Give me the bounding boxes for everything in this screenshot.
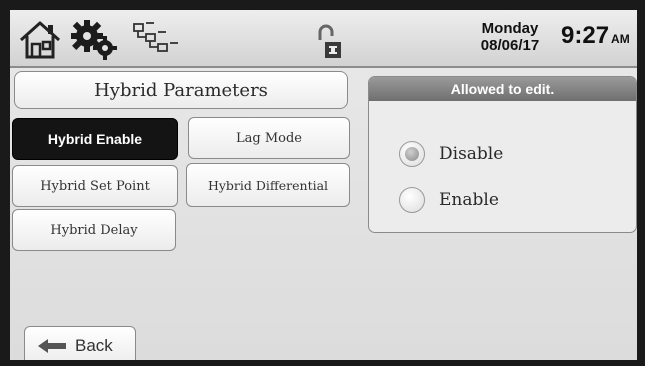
disable-radio[interactable] (399, 141, 425, 167)
page-title: Hybrid Parameters (14, 71, 348, 109)
clock: 9:27 AM (561, 22, 630, 50)
hybrid-differential-button[interactable]: Hybrid Differential (186, 163, 350, 207)
time-label: 9:27 (561, 22, 610, 49)
lag-mode-button[interactable]: Lag Mode (188, 117, 350, 159)
ampm-label: AM (611, 32, 630, 46)
hybrid-enable-button[interactable]: Hybrid Enable (12, 118, 178, 160)
disable-option[interactable]: Disable (399, 141, 503, 167)
edit-panel-header: Allowed to edit. (369, 77, 636, 101)
disable-label: Disable (439, 144, 504, 164)
back-label: Back (75, 336, 113, 355)
network-icon[interactable] (132, 20, 182, 58)
enable-label: Enable (439, 190, 499, 210)
date-display: Monday 08/06/17 (470, 20, 550, 55)
back-arrow-icon (38, 339, 66, 353)
enable-option[interactable]: Enable (399, 187, 499, 213)
hybrid-delay-button[interactable]: Hybrid Delay (12, 209, 176, 251)
gear-icon[interactable] (70, 19, 120, 61)
back-button[interactable]: Back (24, 326, 136, 360)
date-label: 08/06/17 (480, 37, 540, 54)
edit-panel: Allowed to edit. Disable Enable (368, 76, 637, 233)
lock-icon[interactable] (315, 24, 343, 60)
top-bar: Monday 08/06/17 9:27 AM (10, 10, 637, 68)
enable-radio[interactable] (399, 187, 425, 213)
screen: Monday 08/06/17 9:27 AM Hybrid Parameters… (10, 10, 637, 360)
home-icon[interactable] (18, 20, 62, 60)
hybrid-set-point-button[interactable]: Hybrid Set Point (12, 165, 178, 207)
day-label: Monday (481, 20, 539, 37)
